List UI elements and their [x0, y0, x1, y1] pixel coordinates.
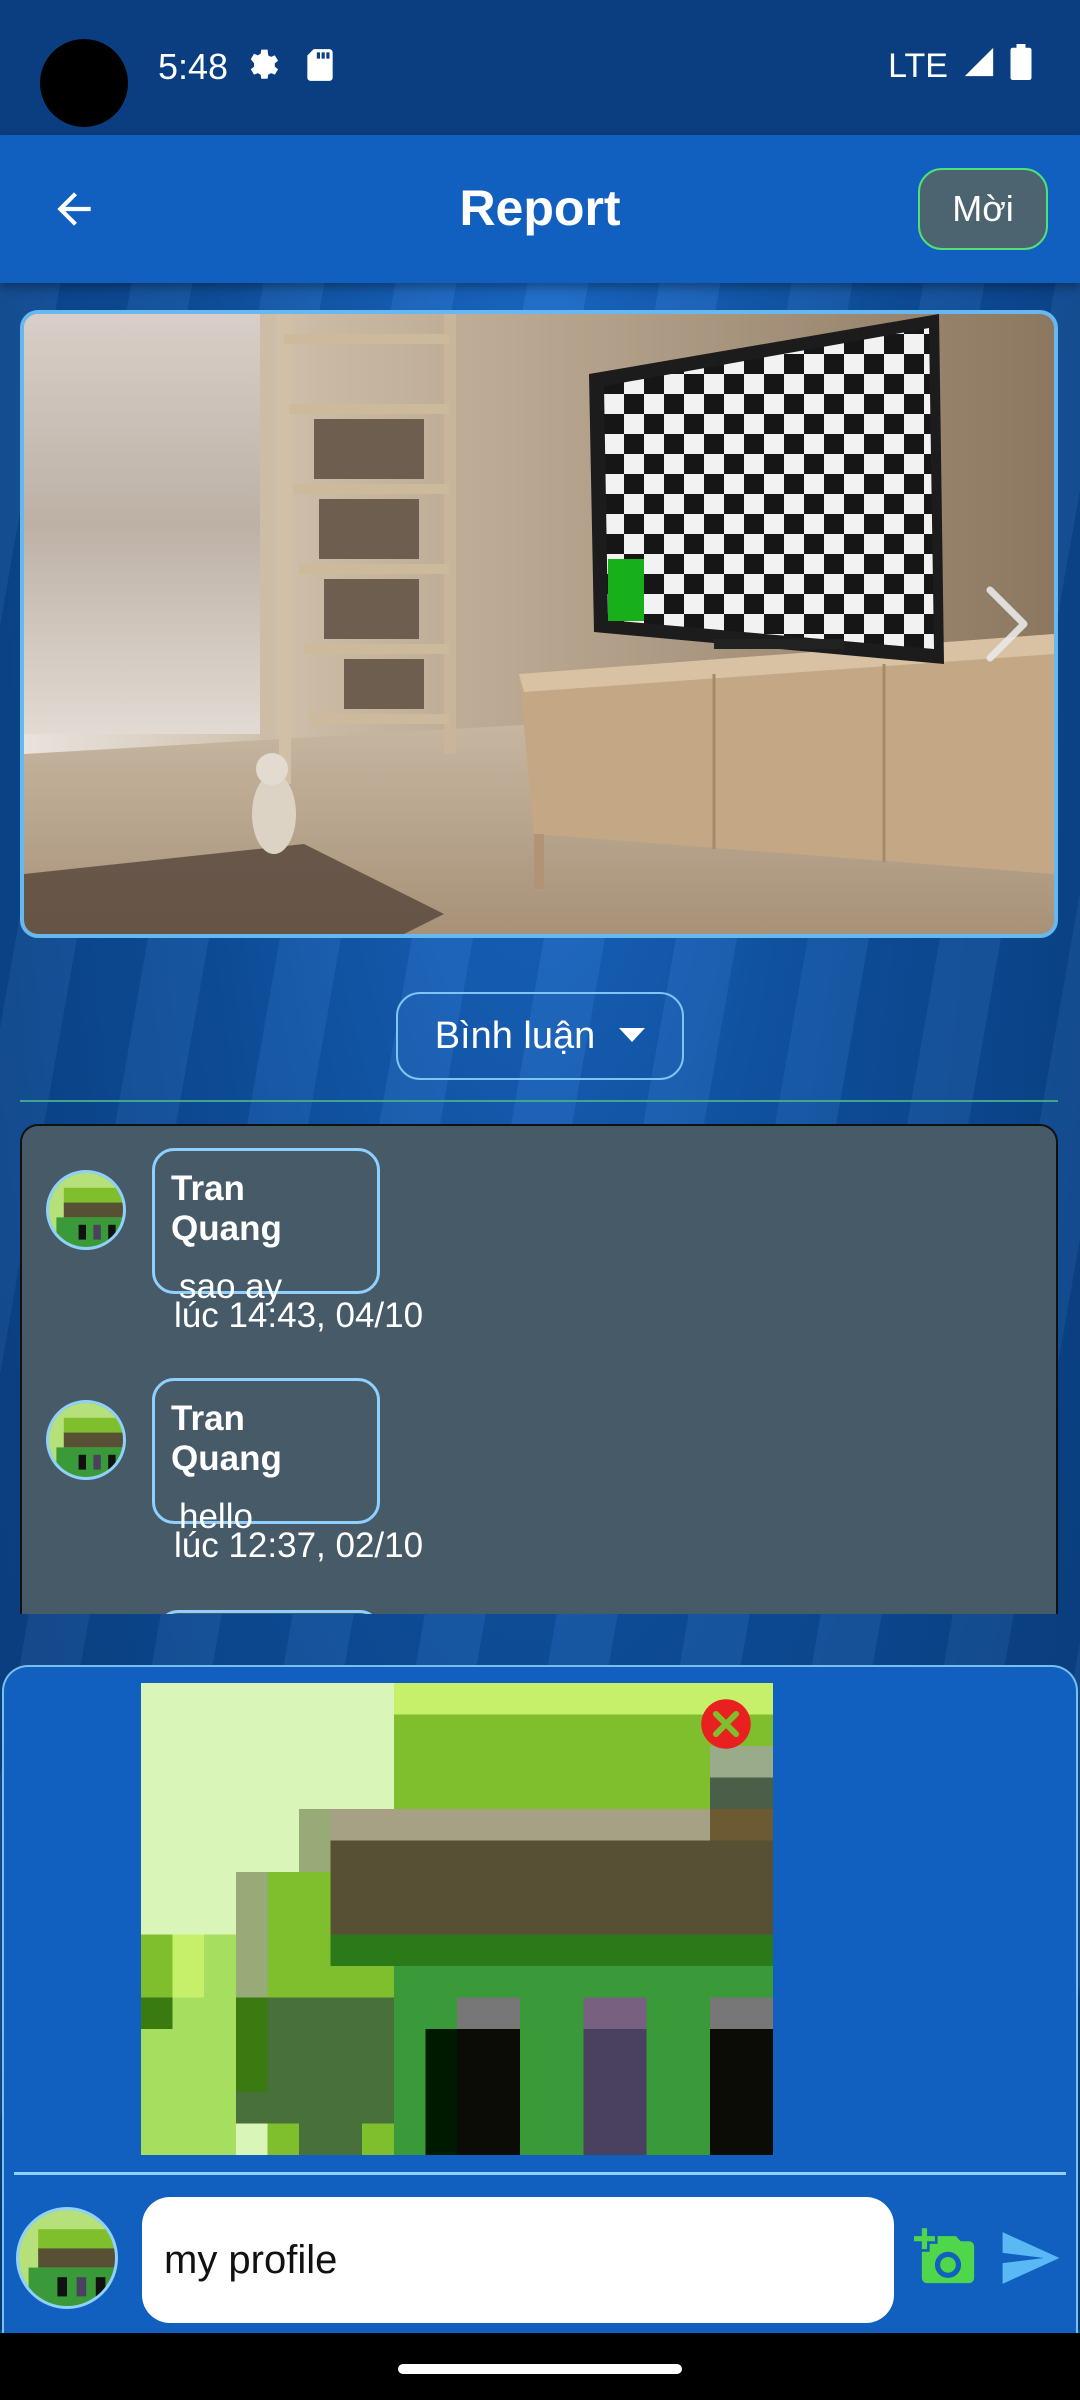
avatar[interactable]	[46, 1400, 126, 1480]
comment-timestamp: lúc 14:43, 04/10	[174, 1296, 424, 1335]
battery-icon	[1010, 44, 1032, 89]
network-label: LTE	[888, 47, 948, 85]
invite-button[interactable]: Mời	[918, 168, 1048, 250]
attachment-preview[interactable]	[141, 1683, 773, 2155]
dropdown-arrow-icon	[619, 1028, 646, 1042]
comment-author: Tran Quang	[171, 1169, 282, 1248]
settings-icon	[244, 46, 282, 89]
comments-filter-dropdown[interactable]: Bình luận	[396, 992, 684, 1080]
room-scene-image	[24, 314, 1054, 934]
close-icon	[701, 1699, 751, 1749]
comment-author: Tran Quang	[171, 1399, 282, 1478]
attached-pixel-image	[141, 1683, 773, 2155]
add-photo-button[interactable]	[914, 2225, 982, 2289]
pixel-avatar-image	[49, 1173, 123, 1247]
status-bar: 5:48 LTE	[0, 0, 1080, 135]
report-image-viewer[interactable]	[20, 310, 1058, 938]
comment-bubble: Tran Quang sao ay	[152, 1148, 380, 1306]
sd-card-icon	[304, 46, 336, 89]
avatar[interactable]	[16, 2207, 118, 2309]
camera-cutout	[40, 39, 128, 127]
pixel-avatar-image	[49, 1403, 123, 1477]
remove-attachment-button[interactable]	[699, 1697, 753, 1751]
comment-bubble-partial	[158, 1610, 380, 1614]
home-indicator[interactable]	[398, 2364, 682, 2374]
send-button[interactable]	[1000, 2229, 1062, 2287]
pixel-avatar-image	[19, 2210, 115, 2306]
comment-timestamp: lúc 12:37, 02/10	[174, 1526, 424, 1565]
composer-divider	[14, 2172, 1066, 2175]
divider	[20, 1100, 1058, 1102]
add-photo-icon	[914, 2228, 975, 2284]
avatar[interactable]	[46, 1170, 126, 1250]
comment-bubble: Tran Quang hello	[152, 1378, 380, 1536]
status-right: LTE	[888, 44, 1032, 89]
comment-composer	[2, 1665, 1078, 2340]
message-input[interactable]	[142, 2197, 894, 2323]
app-bar: Report Mời	[0, 135, 1080, 283]
status-time: 5:48	[158, 46, 229, 87]
signal-icon	[962, 45, 996, 88]
send-icon	[1002, 2232, 1060, 2284]
comments-list[interactable]: Tran Quang sao ay lúc 14:43, 04/10 Tran …	[20, 1124, 1058, 1614]
comments-filter-label: Bình luận	[434, 1014, 596, 1057]
